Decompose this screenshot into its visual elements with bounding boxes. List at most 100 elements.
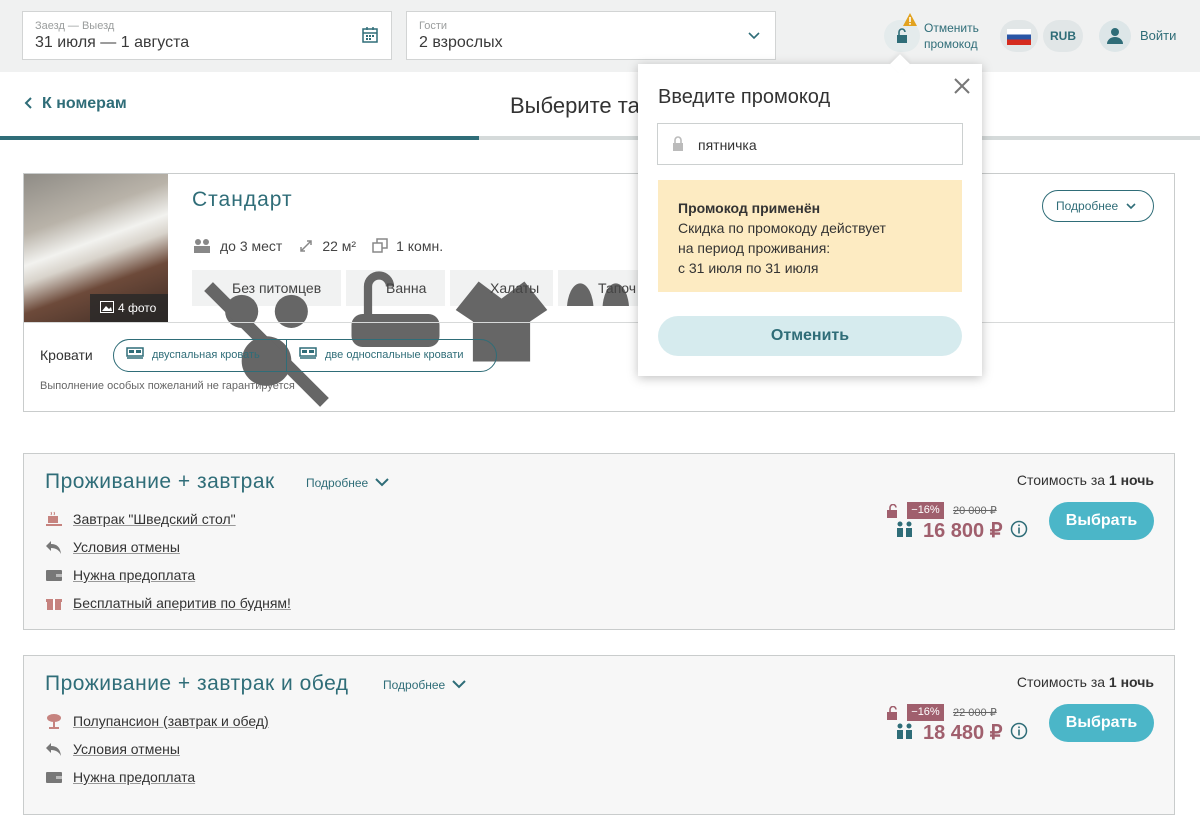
back-label: К номерам	[42, 95, 127, 112]
alert-line: Скидка по промокоду действует	[678, 220, 886, 236]
feature-half-board[interactable]: Полупансион (завтрак и обед)	[45, 713, 269, 729]
feature-label: Условия отмены	[73, 741, 180, 757]
rooms-icon	[372, 238, 388, 253]
back-to-rooms-link[interactable]: К номерам	[24, 95, 127, 113]
room-name: Стандарт	[192, 188, 293, 211]
price-per-night-label: Стоимость за 1 ночь	[1017, 472, 1154, 488]
room-count: 1 комн.	[396, 238, 444, 254]
tariff-details-link[interactable]: Подробнее	[383, 678, 466, 692]
tariff-title: Проживание + завтрак	[45, 470, 275, 493]
alert-line: на период проживания:	[678, 240, 831, 256]
discount-badge: −16%	[907, 704, 944, 721]
feature-prepayment[interactable]: Нужна предоплата	[45, 769, 195, 785]
chevron-down-icon	[451, 680, 466, 689]
amenity-label: Ванна	[386, 280, 427, 296]
cancel-promo-popover-button[interactable]: Отменить	[658, 316, 962, 356]
price-label-prefix: Стоимость за	[1016, 472, 1109, 488]
feature-label: Условия отмены	[73, 539, 180, 555]
guests-field[interactable]: Гости 2 взрослых	[406, 11, 776, 60]
progress-step-active	[0, 136, 479, 140]
undo-icon	[46, 743, 61, 756]
tariff-card: Проживание + завтрак Подробнее Завтрак "…	[23, 453, 1175, 630]
photo-count-badge[interactable]: 4 фото	[90, 294, 168, 322]
guests-icon	[897, 723, 912, 739]
amenity-label: Халаты	[490, 280, 540, 296]
price-label-nights: 1 ночь	[1108, 674, 1154, 690]
bed-icon	[299, 347, 317, 359]
guests-icon	[194, 239, 210, 253]
bed-option-double[interactable]: двуспальная кровать	[113, 339, 287, 372]
feature-breakfast[interactable]: Завтрак "Шведский стол"	[45, 511, 236, 527]
wallet-icon	[46, 772, 62, 783]
currency-selector[interactable]: RUB	[1043, 20, 1083, 52]
new-price: 16 800 ₽	[923, 520, 1003, 542]
divider	[24, 322, 1174, 323]
feature-label: Нужна предоплата	[73, 567, 196, 583]
room-details-button[interactable]: Подробнее	[1042, 190, 1154, 222]
close-icon[interactable]	[952, 76, 972, 96]
room-capacity: до 3 мест	[220, 238, 283, 254]
chevron-down-icon	[1126, 203, 1136, 210]
undo-icon	[46, 541, 61, 554]
price-label-nights: 1 ночь	[1108, 472, 1154, 488]
dates-label: Заезд — Выезд	[35, 20, 115, 32]
room-card: 4 фото Стандарт до 3 мест 22 м² 1 комн. …	[23, 173, 1175, 412]
chevron-down-icon	[374, 478, 389, 487]
new-price: 18 480 ₽	[923, 722, 1003, 744]
user-icon	[1107, 28, 1123, 44]
bed-icon	[126, 347, 144, 359]
user-avatar-button[interactable]	[1099, 20, 1131, 52]
bed-option-twin[interactable]: две односпальные кровати	[286, 339, 497, 372]
info-icon[interactable]	[1010, 722, 1028, 740]
tariff-title: Проживание + завтрак и обед	[45, 672, 349, 695]
feature-cancellation[interactable]: Условия отмены	[45, 539, 180, 555]
language-selector[interactable]	[1000, 20, 1038, 52]
room-area: 22 м²	[322, 238, 357, 254]
cancel-promo-link[interactable]: Отменить промокод	[924, 20, 979, 52]
dining-icon	[47, 714, 61, 729]
old-price: 22 000 ₽	[953, 707, 997, 719]
photo-count: 4 фото	[118, 301, 157, 315]
coffee-cup-icon	[46, 511, 62, 526]
info-icon[interactable]	[1010, 520, 1028, 538]
feature-label: Бесплатный аперитив по будням!	[73, 595, 291, 611]
chevron-left-icon	[24, 97, 32, 109]
price-label-prefix: Стоимость за	[1016, 674, 1109, 690]
dates-field[interactable]: Заезд — Выезд 31 июля — 1 августа	[22, 11, 392, 60]
room-specs: до 3 мест 22 м² 1 комн.	[192, 238, 443, 254]
promo-applied-alert: Промокод применён Скидка по промокоду де…	[658, 180, 962, 292]
page-title: Выберите та	[510, 93, 638, 118]
feature-aperitif[interactable]: Бесплатный аперитив по будням!	[45, 595, 291, 611]
top-bar: Заезд — Выезд 31 июля — 1 августа Гости …	[0, 0, 1200, 72]
login-link[interactable]: Войти	[1140, 28, 1176, 44]
tariff-card: Проживание + завтрак и обед Подробнее По…	[23, 655, 1175, 815]
unlock-icon	[887, 504, 897, 518]
price-per-night-label: Стоимость за 1 ночь	[1017, 674, 1154, 690]
promo-code-value: пятничка	[698, 137, 757, 153]
feature-prepayment[interactable]: Нужна предоплата	[45, 567, 195, 583]
amenity-no-pets: Без питомцев	[192, 270, 341, 407]
lock-icon	[673, 136, 683, 151]
feature-cancellation[interactable]: Условия отмены	[45, 741, 180, 757]
bed-option-label: две односпальные кровати	[325, 349, 464, 361]
area-icon	[300, 240, 313, 252]
unlock-icon	[897, 28, 907, 43]
select-tariff-button[interactable]: Выбрать	[1049, 704, 1154, 742]
cancel-promo-line2: промокод	[924, 37, 978, 51]
image-icon	[100, 301, 114, 313]
bed-option-label: двуспальная кровать	[152, 349, 260, 361]
tariff-details-link[interactable]: Подробнее	[306, 476, 389, 490]
discount-badge: −16%	[907, 502, 944, 519]
alert-title: Промокод применён	[678, 200, 821, 216]
popover-title: Введите промокод	[658, 86, 831, 108]
feature-label: Полупансион (завтрак и обед)	[73, 713, 269, 729]
room-photo[interactable]: 4 фото	[24, 174, 168, 322]
russia-flag-icon	[1007, 29, 1031, 45]
promo-code-input[interactable]: пятничка	[657, 123, 963, 165]
old-price: 20 000 ₽	[953, 505, 997, 517]
tariff-more-label: Подробнее	[383, 678, 446, 692]
dates-value: 31 июля — 1 августа	[35, 34, 190, 51]
select-tariff-button[interactable]: Выбрать	[1049, 502, 1154, 540]
special-requests-note: Выполнение особых пожеланий не гарантиру…	[40, 380, 295, 392]
guests-label: Гости	[419, 20, 448, 32]
